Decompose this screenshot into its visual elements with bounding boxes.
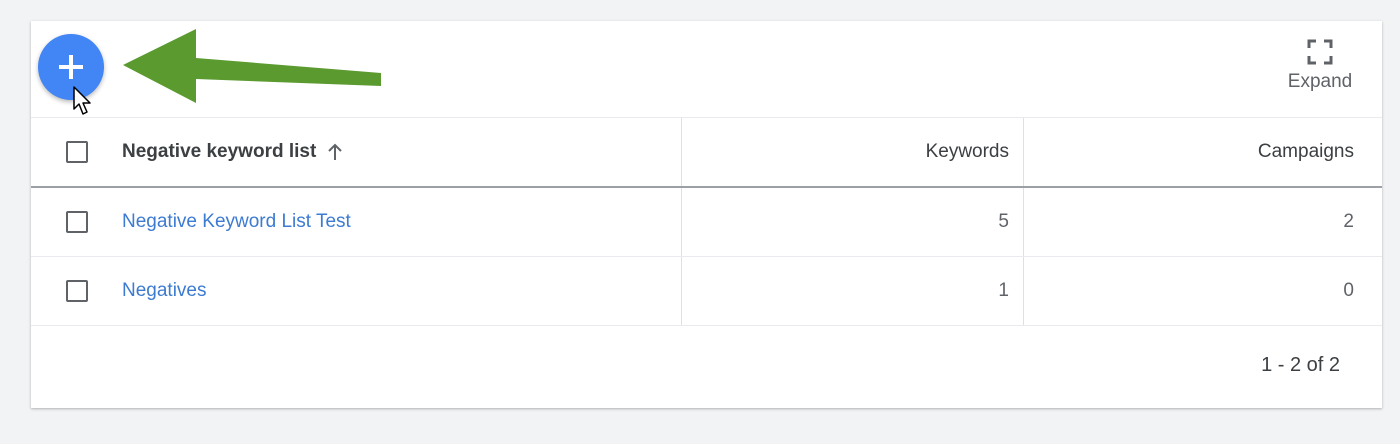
negative-keyword-lists-table: Negative keyword list Keywords Campaigns… (31, 118, 1382, 326)
row-name-cell: Negative Keyword List Test (31, 187, 682, 257)
table-row: Negatives 1 0 (31, 256, 1382, 326)
column-header-campaigns[interactable]: Campaigns (1023, 118, 1382, 188)
row-campaigns-cell: 2 (1023, 187, 1382, 257)
campaigns-count: 2 (1343, 211, 1354, 232)
pagination-label: 1 - 2 of 2 (1261, 354, 1340, 376)
plus-icon (59, 55, 83, 79)
column-header-keywords-label: Keywords (925, 141, 1009, 162)
column-header-name-label: Negative keyword list (122, 140, 317, 162)
table-footer: 1 - 2 of 2 (31, 326, 1382, 408)
negative-keyword-lists-card: Expand Negative keyword list Keywords Ca… (31, 21, 1382, 408)
row-checkbox[interactable] (66, 279, 88, 302)
expand-button[interactable]: Expand (1280, 39, 1360, 105)
column-header-keywords[interactable]: Keywords (681, 118, 1024, 188)
annotation-arrow-icon (123, 29, 381, 103)
list-name-link[interactable]: Negative Keyword List Test (122, 211, 351, 232)
row-checkbox[interactable] (66, 210, 88, 233)
add-list-button[interactable] (38, 34, 104, 100)
column-header-campaigns-label: Campaigns (1257, 141, 1354, 162)
select-all-checkbox[interactable] (66, 140, 88, 163)
keywords-count: 1 (998, 280, 1009, 301)
expand-label: Expand (1287, 71, 1353, 92)
keywords-count: 5 (998, 211, 1009, 232)
fullscreen-icon (1307, 39, 1333, 65)
table-header-row: Negative keyword list Keywords Campaigns (31, 118, 1382, 188)
row-campaigns-cell: 0 (1023, 256, 1382, 326)
table-toolbar: Expand (31, 21, 1382, 118)
row-keywords-cell: 5 (681, 187, 1024, 257)
mouse-cursor-icon (73, 86, 91, 115)
row-keywords-cell: 1 (681, 256, 1024, 326)
table-row: Negative Keyword List Test 5 2 (31, 187, 1382, 257)
row-name-cell: Negatives (31, 256, 682, 326)
column-header-name[interactable]: Negative keyword list (31, 118, 682, 188)
list-name-link[interactable]: Negatives (122, 280, 207, 301)
arrow-up-icon (328, 143, 343, 160)
campaigns-count: 0 (1343, 280, 1354, 301)
